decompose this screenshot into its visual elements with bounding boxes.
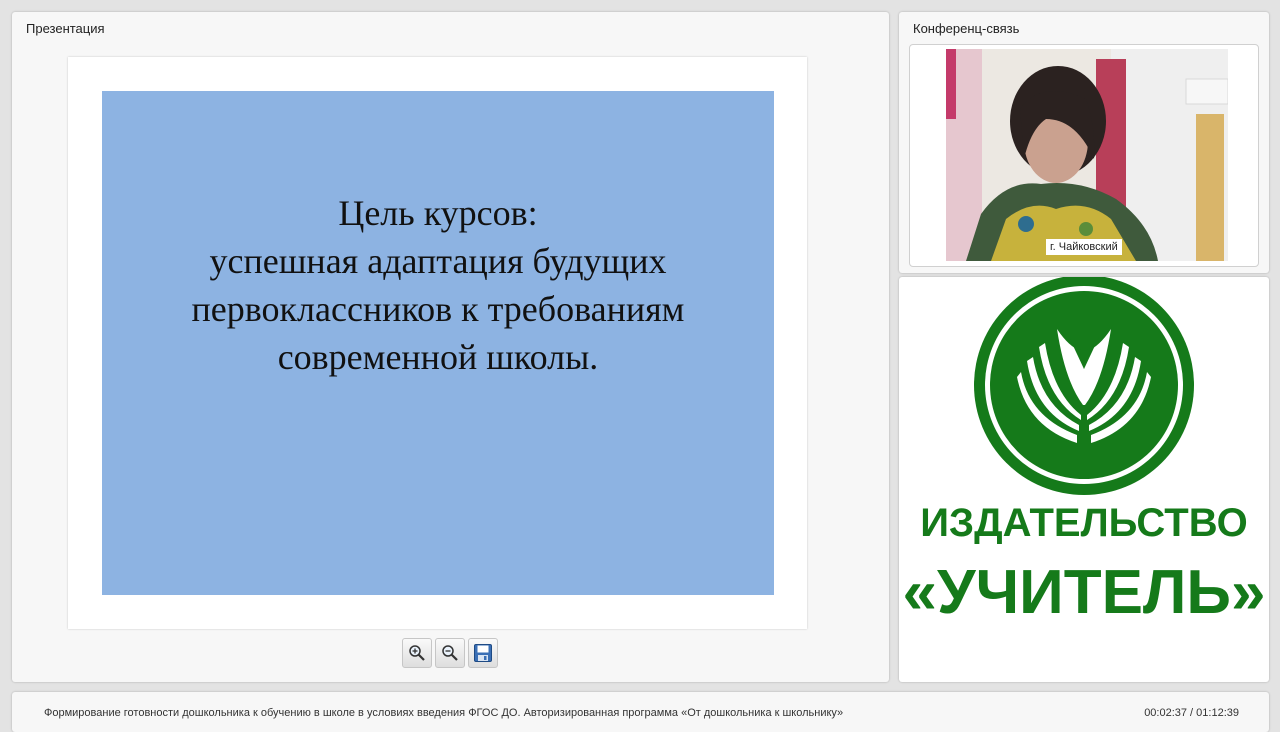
zoom-out-icon: [442, 645, 458, 661]
webcam-frame: [946, 49, 1228, 261]
slide-line: Цель курсов:: [338, 193, 538, 233]
save-button[interactable]: [468, 638, 498, 668]
slide-text: Цель курсов: успешная адаптация будущих …: [102, 189, 774, 381]
slide: Цель курсов: успешная адаптация будущих …: [102, 91, 774, 595]
presentation-panel: Презентация Цель курсов: успешная адапта…: [12, 12, 889, 682]
slide-line: современной школы.: [277, 337, 599, 377]
conference-panel-title: Конференц-связь: [913, 21, 1020, 36]
course-title: Формирование готовности дошкольника к об…: [44, 707, 844, 719]
publisher-logo-panel: ИЗДАТЕЛЬСТВО «УЧИТЕЛЬ»: [899, 277, 1269, 682]
playback-time: 00:02:37 / 01:12:39: [1144, 707, 1239, 719]
publisher-name-line1: ИЗДАТЕЛЬСТВО: [920, 501, 1248, 545]
webcam-video[interactable]: г. Чайковский: [946, 49, 1228, 261]
footer-bar: Формирование готовности дошкольника к об…: [12, 692, 1269, 732]
slide-frame: Цель курсов: успешная адаптация будущих …: [68, 57, 807, 629]
conference-panel: Конференц-связь г. Чайковский: [899, 12, 1269, 273]
slide-toolbar: [402, 638, 498, 668]
publisher-name-line2: «УЧИТЕЛЬ»: [902, 558, 1266, 627]
zoom-in-button[interactable]: [402, 638, 432, 668]
slide-line: успешная адаптация будущих: [209, 241, 667, 281]
save-icon: [474, 644, 492, 662]
presentation-panel-title: Презентация: [26, 21, 105, 36]
slide-line: первоклассников к требованиям: [191, 289, 685, 329]
location-label: г. Чайковский: [1046, 239, 1122, 255]
zoom-out-button[interactable]: [435, 638, 465, 668]
publisher-logo-icon: [974, 277, 1194, 495]
video-container: г. Чайковский: [909, 44, 1259, 267]
zoom-in-icon: [409, 645, 425, 661]
